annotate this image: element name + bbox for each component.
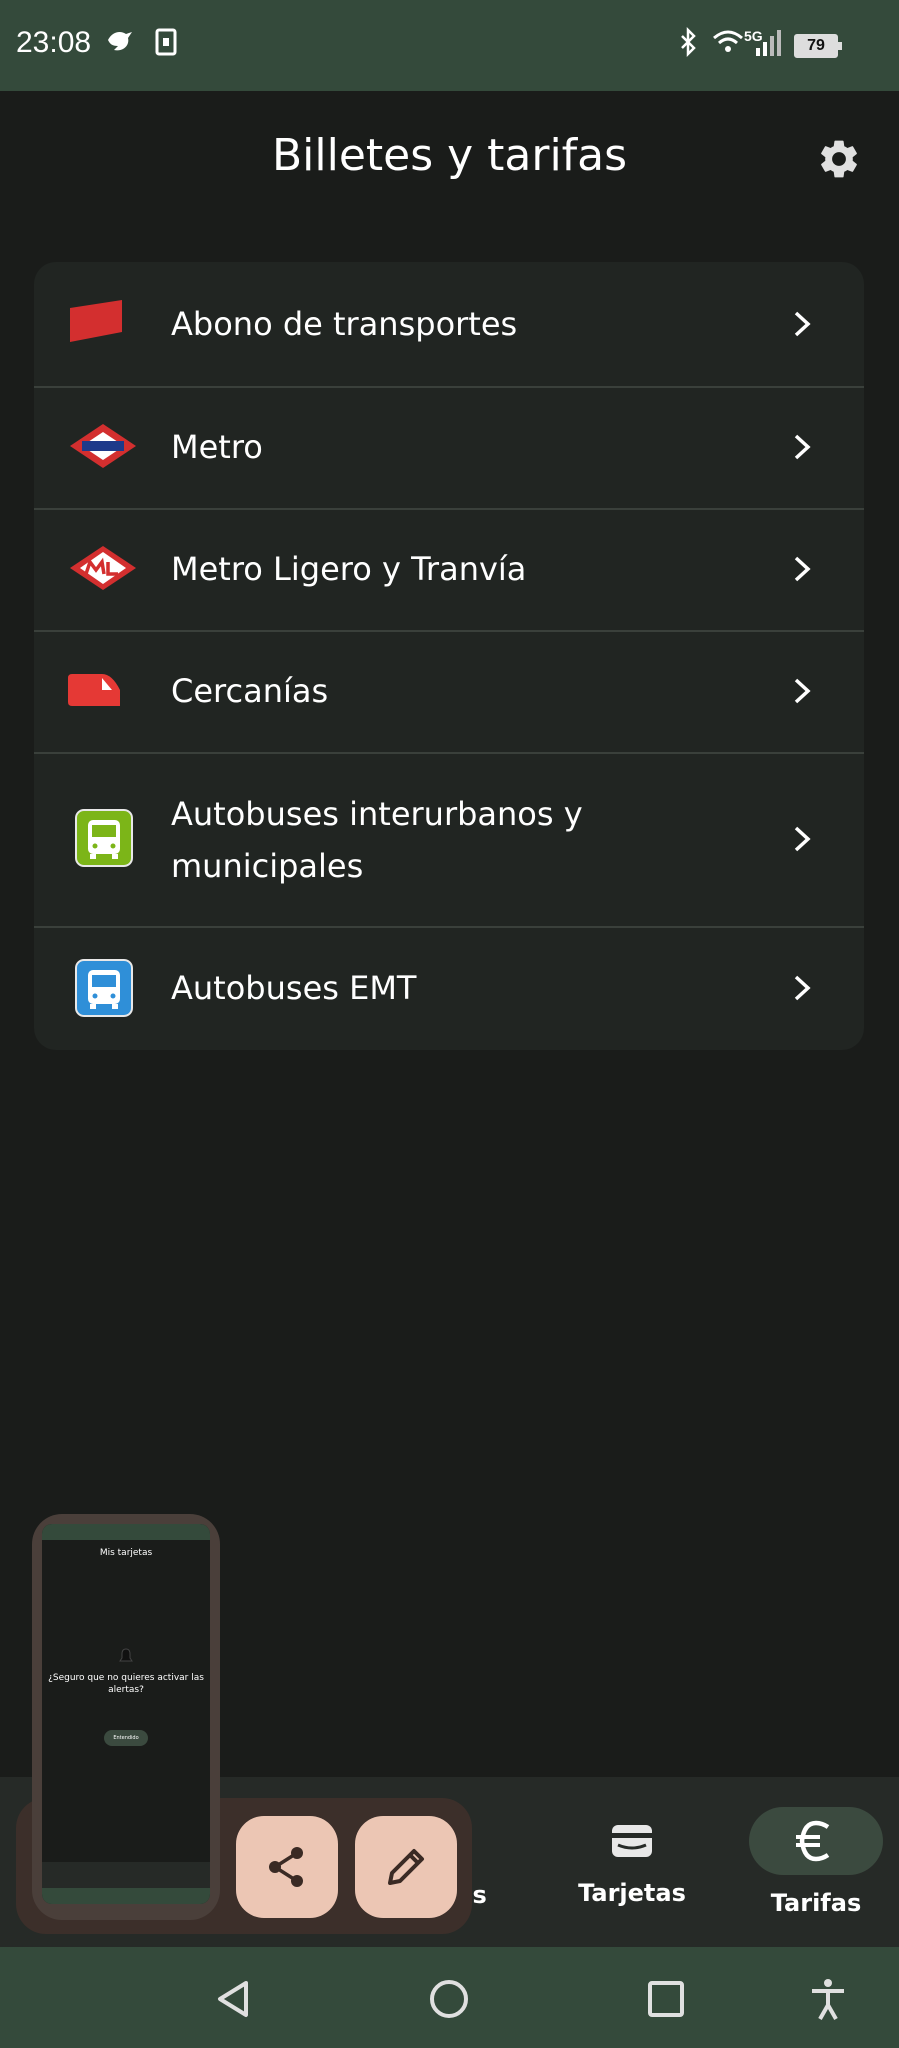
bluetooth-icon: [681, 26, 696, 58]
thumbnail-button: Entendido: [104, 1730, 148, 1746]
battery-indicator: 79: [794, 34, 842, 58]
wifi-icon: [713, 30, 743, 52]
home-icon[interactable]: [427, 1977, 471, 2021]
list-item-label-line1: Autobuses interurbanos y: [171, 795, 583, 833]
screenshot-thumbnail[interactable]: Mis tarjetas ¿Seguro que no quieres acti…: [32, 1514, 220, 1920]
list-item-cercanias[interactable]: Cercanías: [34, 630, 864, 754]
list-item-label: Abono de transportes: [171, 305, 518, 343]
signal-icon: [756, 30, 781, 56]
fare-list: Abono de transportes Metro Metro Ligero …: [34, 262, 864, 1050]
chevron-right-icon: [794, 434, 811, 460]
gear-icon[interactable]: [816, 136, 862, 182]
transport-pass-icon: [70, 300, 122, 342]
nav-tab-label: Tarifas: [770, 1889, 862, 1917]
chevron-right-icon: [794, 975, 811, 1001]
list-item-abono[interactable]: Abono de transportes: [34, 262, 864, 388]
list-item-label: Metro: [171, 428, 263, 466]
status-time: 23:08: [16, 26, 92, 59]
list-item-label: Autobuses EMT: [171, 969, 417, 1007]
notification-app-icon: [155, 28, 177, 56]
emt-bus-icon: [75, 959, 133, 1017]
light-rail-logo-icon: [70, 546, 136, 590]
chevron-right-icon: [794, 311, 811, 337]
thumbnail-system-nav: [42, 1888, 210, 1904]
thumbnail-screen: Mis tarjetas ¿Seguro que no quieres acti…: [42, 1524, 210, 1904]
list-item-label-line2: municipales: [171, 847, 364, 885]
list-item-metro[interactable]: Metro: [34, 386, 864, 510]
list-item-label: Metro Ligero y Tranvía: [171, 550, 527, 588]
nav-tab-label: Tarjetas: [578, 1879, 686, 1907]
back-icon[interactable]: [212, 1977, 256, 2021]
thumbnail-bottom-nav: [42, 1862, 210, 1888]
share-button[interactable]: [236, 1816, 338, 1918]
recents-icon[interactable]: [644, 1977, 688, 2021]
euro-icon: [796, 1820, 830, 1862]
list-item-interurbanos[interactable]: Autobuses interurbanos y municipales: [34, 752, 864, 928]
thumbnail-status-bar: [42, 1524, 210, 1540]
page-title: Billetes y tarifas: [271, 130, 628, 181]
card-wallet-icon: [612, 1825, 652, 1857]
interurban-bus-icon: [75, 809, 133, 867]
chevron-right-icon: [794, 826, 811, 852]
thumbnail-message: ¿Seguro que no quieres activar las alert…: [48, 1673, 204, 1695]
bell-off-icon: [119, 1648, 133, 1662]
metro-logo-icon: [70, 424, 136, 468]
pencil-icon: [388, 1849, 424, 1885]
selected-indicator: [749, 1807, 883, 1875]
list-item-label: Cercanías: [171, 672, 329, 710]
list-item-emt[interactable]: Autobuses EMT: [34, 926, 864, 1050]
chevron-right-icon: [794, 678, 811, 704]
accessibility-icon[interactable]: [806, 1977, 850, 2021]
status-bar: 23:08 5G 79: [0, 0, 899, 91]
chevron-right-icon: [794, 556, 811, 582]
edit-button[interactable]: [355, 1816, 457, 1918]
thumbnail-title: Mis tarjetas: [99, 1548, 153, 1558]
list-item-metro-ligero[interactable]: Metro Ligero y Tranvía: [34, 508, 864, 632]
system-navigation-bar: [0, 1947, 899, 2048]
commuter-train-icon: [68, 674, 120, 706]
notification-bird-icon: [108, 32, 132, 51]
nav-tab-tarifas[interactable]: Tarifas: [726, 1807, 899, 1917]
nav-tab-tarjetas[interactable]: Tarjetas: [542, 1807, 722, 1907]
share-icon: [269, 1847, 303, 1887]
